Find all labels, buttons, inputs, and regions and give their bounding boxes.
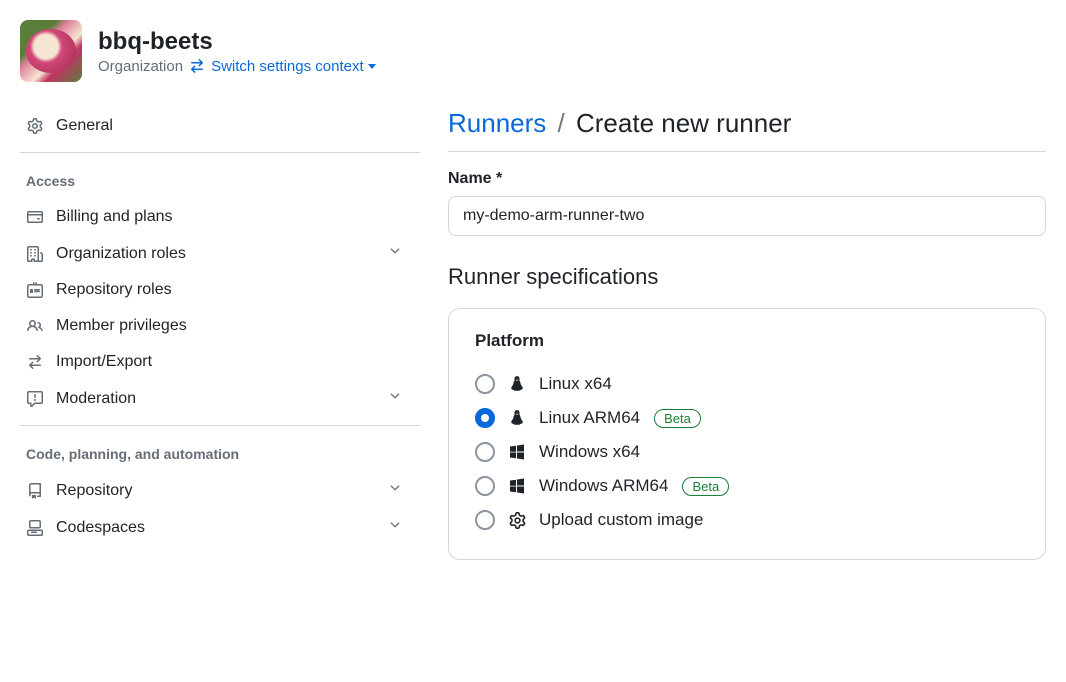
beta-badge: Beta bbox=[682, 477, 729, 496]
id-badge-icon bbox=[26, 282, 44, 298]
platform-option-label: Upload custom image bbox=[539, 510, 703, 530]
runner-specs-heading: Runner specifications bbox=[448, 264, 1046, 290]
radio-icon bbox=[475, 442, 495, 462]
linux-icon bbox=[507, 375, 527, 393]
platform-option-label: Windows x64 bbox=[539, 442, 640, 462]
sidebar-item-label: Repository bbox=[56, 482, 132, 500]
sidebar-item-label: Moderation bbox=[56, 390, 136, 408]
radio-icon bbox=[475, 374, 495, 394]
organization-icon bbox=[26, 246, 44, 262]
platform-option-label: Windows ARM64 bbox=[539, 476, 668, 496]
people-icon bbox=[26, 318, 44, 334]
radio-icon bbox=[475, 476, 495, 496]
platform-option-custom-image[interactable]: Upload custom image bbox=[475, 503, 1019, 537]
platform-option-label: Linux ARM64 bbox=[539, 408, 640, 428]
repo-icon bbox=[26, 483, 44, 499]
org-avatar[interactable] bbox=[20, 20, 82, 82]
sidebar-item-codespaces[interactable]: Codespaces bbox=[20, 509, 420, 546]
runner-specs-box: Platform Linux x64 Linux ARM64 Beta Wind… bbox=[448, 308, 1046, 560]
codespaces-icon bbox=[26, 520, 44, 536]
sidebar-item-label: Member privileges bbox=[56, 317, 187, 335]
platform-option-linux-x64[interactable]: Linux x64 bbox=[475, 367, 1019, 401]
section-heading-access: Access bbox=[20, 167, 420, 199]
switch-context-label: Switch settings context bbox=[211, 58, 364, 75]
sidebar-item-moderation[interactable]: Moderation bbox=[20, 380, 420, 417]
caret-down-icon bbox=[368, 64, 376, 69]
breadcrumb-current: Create new runner bbox=[576, 108, 791, 138]
radio-icon bbox=[475, 510, 495, 530]
chevron-down-icon bbox=[388, 481, 402, 500]
windows-icon bbox=[507, 444, 527, 460]
sidebar-item-label: Codespaces bbox=[56, 519, 145, 537]
sidebar-item-label: Organization roles bbox=[56, 245, 186, 263]
switch-context-link[interactable]: Switch settings context bbox=[211, 58, 376, 75]
radio-icon-selected bbox=[475, 408, 495, 428]
sidebar-item-label: Billing and plans bbox=[56, 208, 173, 226]
breadcrumb-link-runners[interactable]: Runners bbox=[448, 108, 546, 138]
chevron-down-icon bbox=[388, 389, 402, 408]
chevron-down-icon bbox=[388, 244, 402, 263]
sidebar-item-general[interactable]: General bbox=[20, 108, 420, 144]
platform-option-windows-arm64[interactable]: Windows ARM64 Beta bbox=[475, 469, 1019, 503]
sidebar-item-label: Repository roles bbox=[56, 281, 172, 299]
arrow-switch-icon bbox=[26, 354, 44, 370]
org-header: bbq-beets Organization Switch settings c… bbox=[20, 20, 1046, 82]
name-field-label: Name * bbox=[448, 170, 1046, 188]
linux-icon bbox=[507, 409, 527, 427]
gear-icon bbox=[507, 512, 527, 529]
platform-option-label: Linux x64 bbox=[539, 374, 612, 394]
sidebar-item-member-privileges[interactable]: Member privileges bbox=[20, 308, 420, 344]
breadcrumb: Runners / Create new runner bbox=[448, 108, 1046, 152]
section-heading-code: Code, planning, and automation bbox=[20, 440, 420, 472]
settings-sidebar: General Access Billing and plans Organiz… bbox=[20, 100, 420, 560]
breadcrumb-separator: / bbox=[558, 108, 565, 138]
divider bbox=[20, 425, 420, 426]
platform-label: Platform bbox=[475, 331, 1019, 351]
windows-icon bbox=[507, 478, 527, 494]
beta-badge: Beta bbox=[654, 409, 701, 428]
divider bbox=[20, 152, 420, 153]
org-name: bbq-beets bbox=[98, 28, 376, 56]
report-icon bbox=[26, 391, 44, 407]
sidebar-item-billing[interactable]: Billing and plans bbox=[20, 199, 420, 235]
chevron-down-icon bbox=[388, 518, 402, 537]
platform-option-linux-arm64[interactable]: Linux ARM64 Beta bbox=[475, 401, 1019, 435]
runner-name-input[interactable] bbox=[448, 196, 1046, 236]
main-content: Runners / Create new runner Name * Runne… bbox=[448, 100, 1046, 560]
sidebar-item-org-roles[interactable]: Organization roles bbox=[20, 235, 420, 272]
sidebar-item-repository[interactable]: Repository bbox=[20, 472, 420, 509]
org-type-label: Organization bbox=[98, 58, 183, 75]
sidebar-item-label: General bbox=[56, 117, 113, 135]
gear-icon bbox=[26, 118, 44, 134]
switch-icon bbox=[189, 58, 205, 74]
sidebar-item-label: Import/Export bbox=[56, 353, 152, 371]
sidebar-item-import-export[interactable]: Import/Export bbox=[20, 344, 420, 380]
credit-card-icon bbox=[26, 209, 44, 225]
sidebar-item-repo-roles[interactable]: Repository roles bbox=[20, 272, 420, 308]
platform-option-windows-x64[interactable]: Windows x64 bbox=[475, 435, 1019, 469]
